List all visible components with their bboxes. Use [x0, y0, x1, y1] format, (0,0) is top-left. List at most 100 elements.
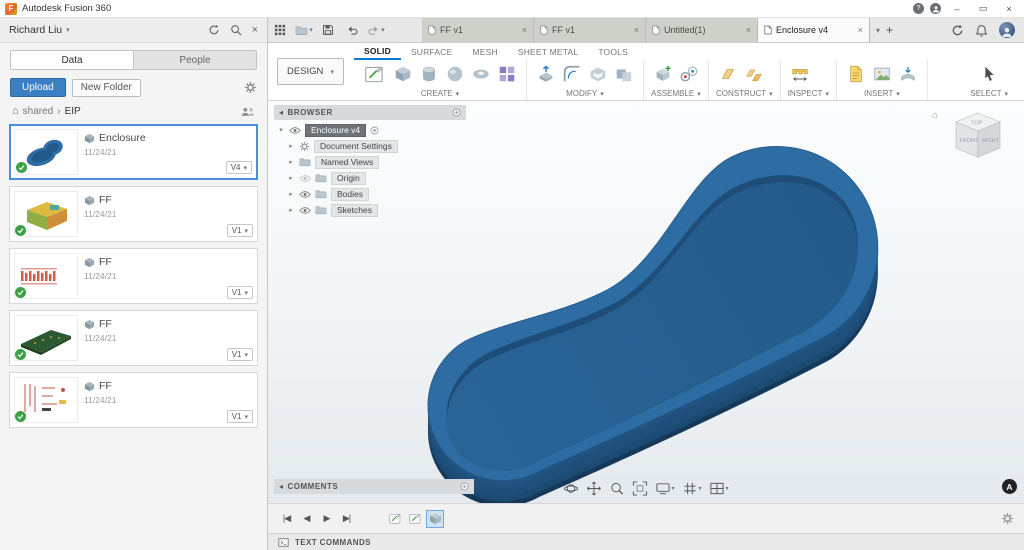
view-cube[interactable]: ⌂ TOP FRONT RIGHT — [926, 105, 1012, 181]
comments-panel[interactable]: ◂ COMMENTS — [274, 479, 474, 494]
timeline-play-icon[interactable]: ▶ — [318, 513, 335, 524]
doc-tab-ff-v1-a[interactable]: FF v1 × — [422, 18, 534, 42]
press-pull-icon[interactable] — [534, 61, 558, 87]
timeline-sketch-feature-icon[interactable] — [386, 510, 404, 528]
doc-tab-enclosure-v4[interactable]: Enclosure v4 × — [758, 18, 870, 42]
timeline-step-back-icon[interactable]: ◀ — [298, 513, 315, 524]
user-avatar[interactable] — [999, 22, 1015, 38]
timeline-sketch-feature-icon[interactable] — [406, 510, 424, 528]
close-window-button[interactable]: × — [999, 2, 1019, 16]
project-card-ff-3[interactable]: FF 11/24/21 V1 ▾ — [9, 310, 258, 366]
timeline-skip-end-icon[interactable]: ▶| — [338, 513, 355, 524]
tree-collapsed-icon[interactable]: ▸ — [287, 142, 295, 150]
panel-dock-icon[interactable] — [452, 108, 461, 117]
browser-root-label[interactable]: Enclosure v4 — [305, 124, 366, 137]
home-icon[interactable]: ⌂ — [12, 105, 19, 117]
modify-menu[interactable]: MODIFY ▾ — [534, 87, 636, 100]
visibility-eye-icon[interactable] — [299, 206, 311, 215]
tab-solid[interactable]: SOLID — [354, 43, 401, 60]
inspect-menu[interactable]: INSPECT ▾ — [788, 87, 829, 100]
create-sketch-icon[interactable] — [361, 61, 389, 87]
create-menu[interactable]: CREATE ▾ — [361, 87, 519, 100]
decal-icon[interactable] — [896, 61, 920, 87]
tree-collapsed-icon[interactable]: ▸ — [287, 206, 295, 214]
shell-icon[interactable] — [586, 61, 610, 87]
doc-tab-ff-v1-b[interactable]: FF v1 × — [534, 18, 646, 42]
select-cursor-icon[interactable] — [977, 61, 1001, 87]
tab-tools[interactable]: TOOLS — [588, 43, 638, 60]
joint-icon[interactable] — [677, 61, 701, 87]
job-status-icon[interactable] — [951, 24, 964, 37]
node-label[interactable]: Sketches — [331, 204, 378, 217]
minimize-button[interactable]: – — [947, 2, 967, 16]
tab-list-chevron-icon[interactable]: ▾ — [876, 26, 880, 35]
timeline-extrude-feature-icon[interactable] — [426, 510, 444, 528]
fit-view-icon[interactable] — [632, 481, 647, 496]
workspace-switcher-design[interactable]: DESIGN ▾ — [277, 58, 344, 85]
enclosure-body[interactable] — [387, 109, 914, 503]
visibility-eye-icon[interactable] — [299, 174, 311, 183]
new-component-icon[interactable] — [651, 61, 675, 87]
insert-menu[interactable]: INSERT ▾ — [844, 87, 920, 100]
project-card-ff-2[interactable]: FF 11/24/21 V1 ▾ — [9, 248, 258, 304]
breadcrumb-shared[interactable]: shared — [23, 106, 54, 117]
orbit-icon[interactable] — [563, 481, 578, 496]
display-settings-icon[interactable]: ▾ — [655, 481, 674, 496]
node-label[interactable]: Origin — [331, 172, 366, 185]
file-menu-icon[interactable]: ▾ — [292, 18, 316, 42]
close-panel-icon[interactable]: × — [252, 24, 258, 36]
combine-icon[interactable] — [612, 61, 636, 87]
panel-settings-gear-icon[interactable] — [244, 81, 257, 94]
close-tab-icon[interactable]: × — [522, 25, 527, 35]
primitive-sphere-icon[interactable] — [443, 61, 467, 87]
viewports-icon[interactable]: ▾ — [710, 481, 729, 496]
primitive-torus-icon[interactable] — [469, 61, 493, 87]
pan-icon[interactable] — [586, 481, 601, 496]
project-card-enclosure[interactable]: Enclosure 11/24/21 V4 ▾ — [9, 124, 258, 180]
activate-component-radio-icon[interactable] — [370, 126, 379, 135]
node-label[interactable]: Named Views — [315, 156, 379, 169]
text-commands-bar[interactable]: TEXT COMMANDS — [268, 533, 1024, 550]
version-dropdown[interactable]: V4 ▾ — [226, 161, 252, 174]
insert-mcmaster-icon[interactable] — [844, 61, 868, 87]
help-icon[interactable]: ? — [913, 3, 924, 14]
search-icon[interactable] — [230, 24, 242, 36]
timeline-skip-start-icon[interactable]: |◀ — [278, 513, 295, 524]
tab-sheet-metal[interactable]: SHEET METAL — [508, 43, 588, 60]
version-dropdown[interactable]: V1 ▾ — [227, 286, 253, 299]
select-menu[interactable]: SELECT ▾ — [970, 87, 1008, 100]
collapse-panel-icon[interactable]: ◂ — [279, 482, 284, 491]
tree-collapsed-icon[interactable]: ▸ — [287, 190, 295, 198]
browser-header[interactable]: ◂ BROWSER — [274, 105, 466, 120]
save-icon[interactable] — [316, 18, 340, 42]
measure-icon[interactable] — [788, 61, 812, 87]
tab-surface[interactable]: SURFACE — [401, 43, 463, 60]
tree-collapsed-icon[interactable]: ▸ — [287, 174, 295, 182]
construct-menu[interactable]: CONSTRUCT ▾ — [716, 87, 773, 100]
browser-node-sketches[interactable]: ▸ Sketches — [274, 202, 466, 218]
browser-node-bodies[interactable]: ▸ Bodies — [274, 186, 466, 202]
redo-icon[interactable]: ▾ — [364, 18, 388, 42]
tab-data[interactable]: Data — [11, 51, 134, 69]
close-tab-icon[interactable]: × — [634, 25, 639, 35]
maximize-button[interactable]: ▭ — [973, 2, 993, 16]
primitive-box-icon[interactable] — [391, 61, 415, 87]
pattern-icon[interactable] — [495, 61, 519, 87]
assistant-button[interactable]: A — [1002, 479, 1017, 494]
timeline-settings-gear-icon[interactable] — [1001, 512, 1014, 525]
close-tab-icon[interactable]: × — [858, 25, 863, 35]
visibility-eye-icon[interactable] — [289, 126, 301, 135]
refresh-icon[interactable] — [208, 24, 220, 36]
new-folder-button[interactable]: New Folder — [72, 79, 141, 97]
account-icon[interactable] — [930, 3, 941, 14]
tree-expanded-icon[interactable]: ▾ — [277, 126, 285, 134]
node-label[interactable]: Bodies — [331, 188, 369, 201]
project-card-ff-1[interactable]: FF 11/24/21 V1 ▾ — [9, 186, 258, 242]
notifications-bell-icon[interactable] — [975, 24, 988, 37]
offset-plane-icon[interactable] — [742, 61, 766, 87]
version-dropdown[interactable]: V1 ▾ — [227, 348, 253, 361]
doc-tab-untitled[interactable]: Untitled(1) × — [646, 18, 758, 42]
undo-icon[interactable] — [340, 18, 364, 42]
upload-button[interactable]: Upload — [10, 78, 66, 97]
browser-node-document-settings[interactable]: ▸ Document Settings — [274, 138, 466, 154]
